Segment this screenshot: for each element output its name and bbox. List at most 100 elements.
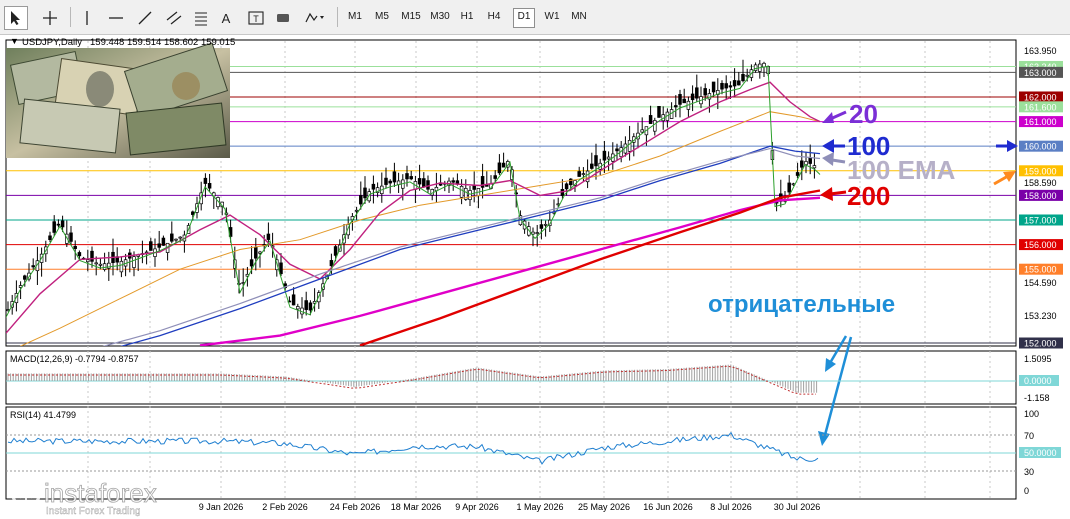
candle-body: [174, 238, 178, 241]
toolbar: A T M1 M5 M15 M30 H1 H4 D1 W1 MN: [0, 0, 1070, 35]
timeframe-m5[interactable]: M5: [372, 8, 392, 26]
candle-body: [77, 252, 82, 257]
timeframe-m30[interactable]: M30: [427, 8, 453, 26]
horizontal-line-icon[interactable]: [104, 6, 128, 30]
candle-body: [178, 236, 182, 239]
price-tick: 158.590: [1024, 178, 1057, 188]
crosshair-icon[interactable]: [38, 6, 62, 30]
candle-body: [161, 237, 166, 246]
candle-body: [451, 180, 455, 183]
candle-body: [258, 251, 262, 254]
candle-body: [640, 129, 644, 133]
cursor-icon[interactable]: [4, 6, 28, 30]
time-label: 9 Jan 2026: [199, 502, 244, 512]
channel-icon[interactable]: [162, 6, 186, 30]
candle-body: [468, 190, 472, 200]
vertical-line-icon[interactable]: [76, 6, 98, 30]
candle-body: [157, 243, 161, 248]
watermark-brand: instaforex: [44, 478, 157, 508]
timeframe-m1[interactable]: M1: [345, 8, 365, 26]
macd-label: MACD(12,26,9) -0.7794 -0.8757: [10, 354, 139, 364]
price-tick: 154.590: [1024, 278, 1057, 288]
candle-body: [354, 209, 359, 212]
more-tools-icon[interactable]: [301, 6, 331, 30]
candle-body: [409, 176, 413, 180]
price-level-value: 160.000: [1024, 142, 1057, 152]
time-label: 2 Feb 2026: [262, 502, 308, 512]
trendline-icon[interactable]: [133, 6, 157, 30]
currency-thumbnail: [6, 42, 230, 158]
candle-body: [602, 150, 607, 161]
candle-body: [333, 246, 338, 256]
candle-body: [594, 155, 598, 167]
timeframe-d1[interactable]: D1: [513, 8, 535, 28]
candle-body: [102, 263, 107, 270]
candle-body: [800, 160, 804, 168]
candle-body: [329, 260, 334, 267]
candle-body: [417, 178, 422, 185]
price-level-value: 157.000: [1024, 215, 1057, 225]
text-tool[interactable]: A: [215, 6, 237, 30]
candle-body: [203, 177, 208, 184]
time-label: 16 Jun 2026: [643, 502, 693, 512]
macd-tick: 1.5095: [1024, 354, 1052, 364]
timeframe-mn[interactable]: MN: [568, 8, 590, 26]
price-level-value: 162.000: [1024, 92, 1057, 102]
candle-body: [31, 265, 35, 268]
shapes-icon[interactable]: [272, 6, 294, 30]
time-label: 18 Mar 2026: [391, 502, 442, 512]
candle-body: [73, 245, 77, 249]
candle-body: [653, 120, 657, 132]
candle-body: [615, 148, 619, 152]
candle-body: [724, 83, 728, 89]
price-tick: 163.950: [1024, 46, 1057, 56]
label-icon[interactable]: T: [245, 6, 267, 30]
chart-canvas[interactable]: ▼ USDJPY,Daily 159.448 159.514 158.602 1…: [0, 34, 1070, 519]
annotation-negative: отрицательные: [708, 291, 895, 318]
timeframe-h1[interactable]: H1: [457, 8, 477, 26]
timeframe-m15[interactable]: M15: [398, 8, 424, 26]
candle-body: [149, 241, 153, 251]
price-level-value: 163.000: [1024, 68, 1057, 78]
candle-body: [249, 259, 254, 267]
candle-body: [720, 82, 724, 90]
price-level-value: 156.000: [1024, 240, 1057, 250]
candle-body: [363, 187, 367, 199]
candle-body: [682, 98, 686, 104]
candle-body: [732, 80, 737, 87]
price-tick: 153.230: [1024, 311, 1057, 321]
price-level-value: 159.000: [1024, 166, 1057, 176]
price-level-value: 161.000: [1024, 117, 1057, 127]
candle-body: [657, 106, 661, 118]
timeframe-w1[interactable]: W1: [541, 8, 563, 26]
macd-tick: -1.158: [1024, 393, 1050, 403]
candle-body: [606, 156, 611, 160]
candle-body: [207, 183, 212, 189]
candle-body: [254, 246, 258, 259]
annotation-ma200: 200: [847, 181, 890, 211]
candle-body: [590, 163, 594, 169]
candle-body: [359, 195, 363, 205]
candle-body: [737, 80, 741, 86]
candle-body: [392, 171, 397, 183]
candle-body: [119, 260, 124, 273]
candle-body: [795, 172, 800, 176]
candle-body: [86, 259, 90, 263]
time-label: 1 May 2026: [516, 502, 563, 512]
candle-body: [69, 232, 73, 242]
dropdown-arrow-icon[interactable]: ▼: [10, 36, 19, 46]
macd-tick: 0.0000: [1024, 376, 1052, 386]
fibonacci-icon[interactable]: [189, 6, 213, 30]
candle-body: [266, 233, 271, 240]
candle-body: [279, 262, 283, 275]
timeframe-h4[interactable]: H4: [484, 8, 504, 26]
annotation-ma20: 20: [849, 99, 878, 129]
label-tool-glyph: T: [253, 14, 259, 24]
candle-body: [543, 223, 548, 226]
candle-body: [741, 74, 745, 82]
candle-body: [371, 183, 376, 190]
watermark-tagline: Instant Forex Trading: [46, 506, 141, 517]
toolbar-separator: [70, 7, 71, 27]
candle-body: [707, 93, 712, 100]
symbol-label: USDJPY,Daily: [22, 37, 82, 48]
